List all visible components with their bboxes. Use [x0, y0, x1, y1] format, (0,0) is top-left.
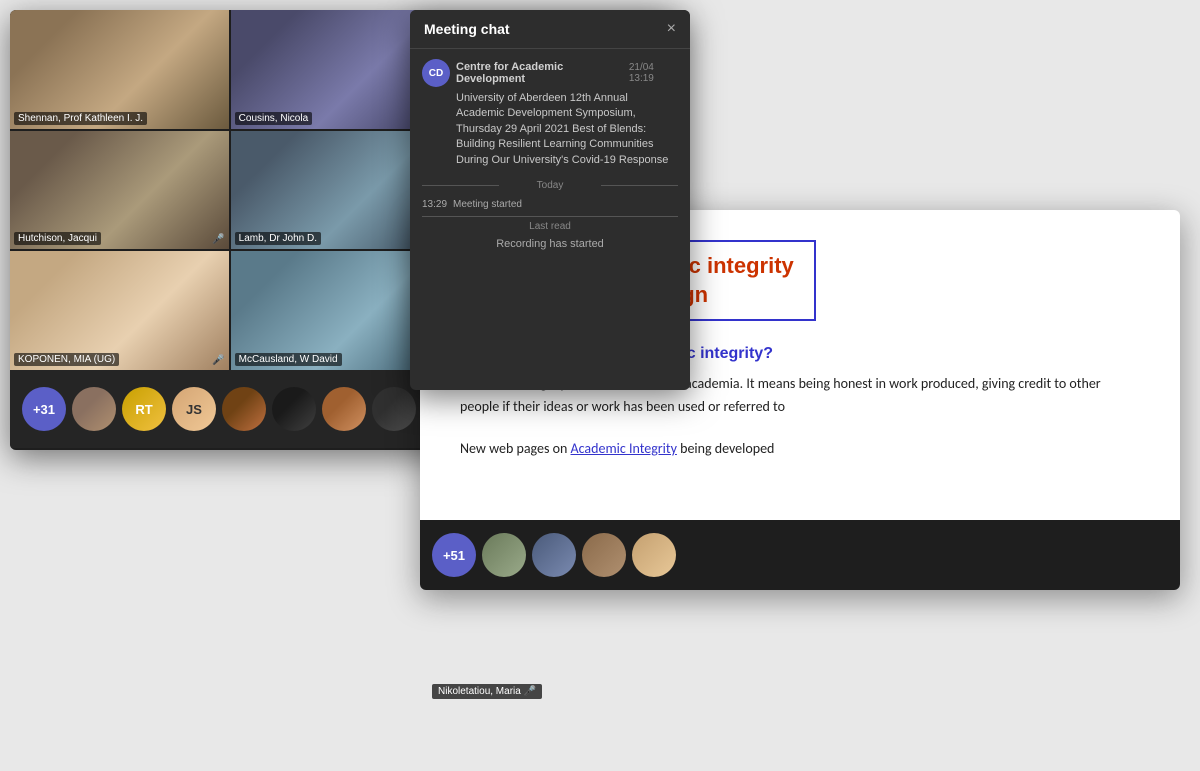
last-read-label: Last read — [422, 216, 678, 232]
meeting-started-time: 13:29 — [422, 199, 447, 210]
video-cell-7: KOPONEN, MIA (UG) 🎤 — [10, 251, 229, 370]
mic-icon-4: 🎤 — [212, 234, 224, 245]
chat-message-text: University of Aberdeen 12th Annual Acade… — [422, 91, 678, 168]
meeting-started-row: 13:29 Meeting started — [422, 199, 678, 210]
slide-bottom-bar: +51 — [420, 520, 1180, 590]
avatar-img-5 — [322, 387, 366, 431]
avatar-count[interactable]: +31 — [22, 387, 66, 431]
avatar-img-4 — [272, 387, 316, 431]
participant-name-2: Cousins, Nicola — [235, 112, 312, 125]
avatar-img-1 — [72, 387, 116, 431]
mic-icon-7: 🎤 — [212, 355, 224, 366]
video-cell-1: Shennan, Prof Kathleen I. J. — [10, 10, 229, 129]
slide-bottom-avatar-3 — [582, 533, 626, 577]
recording-label: Recording has started — [422, 238, 678, 250]
avatar-img-6 — [372, 387, 416, 431]
chat-header: Meeting chat × — [410, 10, 690, 49]
close-icon[interactable]: × — [667, 20, 676, 38]
slide-bottom-avatar-4 — [632, 533, 676, 577]
chat-panel: Meeting chat × CD Centre for Academic De… — [410, 10, 690, 390]
chat-timestamp: 21/04 13:19 — [629, 62, 678, 84]
chat-avatar: CD — [422, 59, 450, 87]
participant-name-4: Hutchison, Jacqui — [14, 232, 101, 245]
presenter-label: Nikoletatiou, Maria 🎤 — [432, 684, 542, 699]
participant-name-8: McCausland, W David — [235, 353, 342, 366]
avatar-img-3 — [222, 387, 266, 431]
chat-divider: Today — [422, 180, 678, 191]
chat-sender-row: CD Centre for Academic Development 21/04… — [422, 59, 678, 87]
chat-title: Meeting chat — [424, 21, 510, 37]
avatar-rt: RT — [122, 387, 166, 431]
participant-name-1: Shennan, Prof Kathleen I. J. — [14, 112, 147, 125]
mic-icon-presenter: 🎤 — [524, 686, 536, 697]
chat-message-1: CD Centre for Academic Development 21/04… — [422, 59, 678, 168]
participant-name-5: Lamb, Dr John D. — [235, 232, 321, 245]
slide-bottom-avatar-1 — [482, 533, 526, 577]
chat-body: CD Centre for Academic Development 21/04… — [410, 49, 690, 384]
video-cell-4: Hutchison, Jacqui 🎤 — [10, 131, 229, 250]
slide-avatar-count[interactable]: +51 — [432, 533, 476, 577]
avatar-js: JS — [172, 387, 216, 431]
chat-sender-name: Centre for Academic Development — [456, 61, 623, 85]
slide-bottom-avatar-2 — [532, 533, 576, 577]
academic-integrity-link[interactable]: Academic Integrity — [571, 440, 677, 457]
participant-name-7: KOPONEN, MIA (UG) — [14, 353, 119, 366]
meeting-started-label: Meeting started — [453, 199, 522, 210]
slide-link-row: New web pages on Academic Integrity bein… — [460, 438, 1140, 460]
